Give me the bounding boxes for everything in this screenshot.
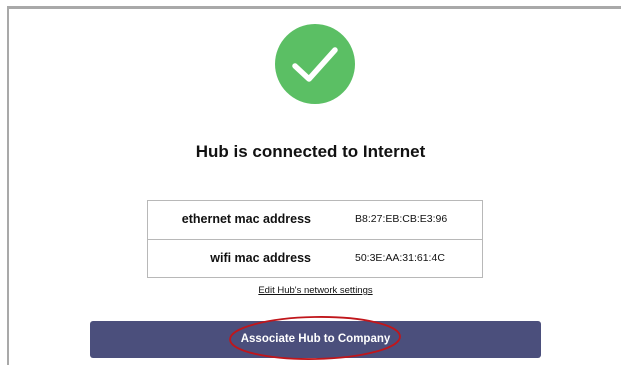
connected-status-badge — [275, 24, 355, 104]
mac-row-wifi: wifi mac address 50:3E:AA:31:61:4C — [148, 240, 482, 278]
checkmark-icon — [292, 47, 338, 82]
connection-status-title: Hub is connected to Internet — [195, 142, 426, 161]
ethernet-mac-label: ethernet mac address — [181, 212, 311, 226]
wifi-mac-value: 50:3E:AA:31:61:4C — [355, 252, 445, 264]
edit-network-settings-link[interactable]: Edit Hub's network settings — [0, 285, 621, 296]
window-left-border — [7, 6, 9, 365]
mac-row-ethernet: ethernet mac address B8:27:EB:CB:E3:96 — [148, 201, 482, 239]
ethernet-mac-value: B8:27:EB:CB:E3:96 — [355, 213, 448, 225]
mac-address-table: ethernet mac address B8:27:EB:CB:E3:96 w… — [147, 200, 483, 278]
window-top-border — [7, 6, 621, 9]
wifi-mac-label: wifi mac address — [210, 251, 311, 265]
associate-hub-button[interactable]: Associate Hub to Company — [90, 321, 541, 358]
associate-hub-button-label: Associate Hub to Company — [240, 333, 391, 345]
